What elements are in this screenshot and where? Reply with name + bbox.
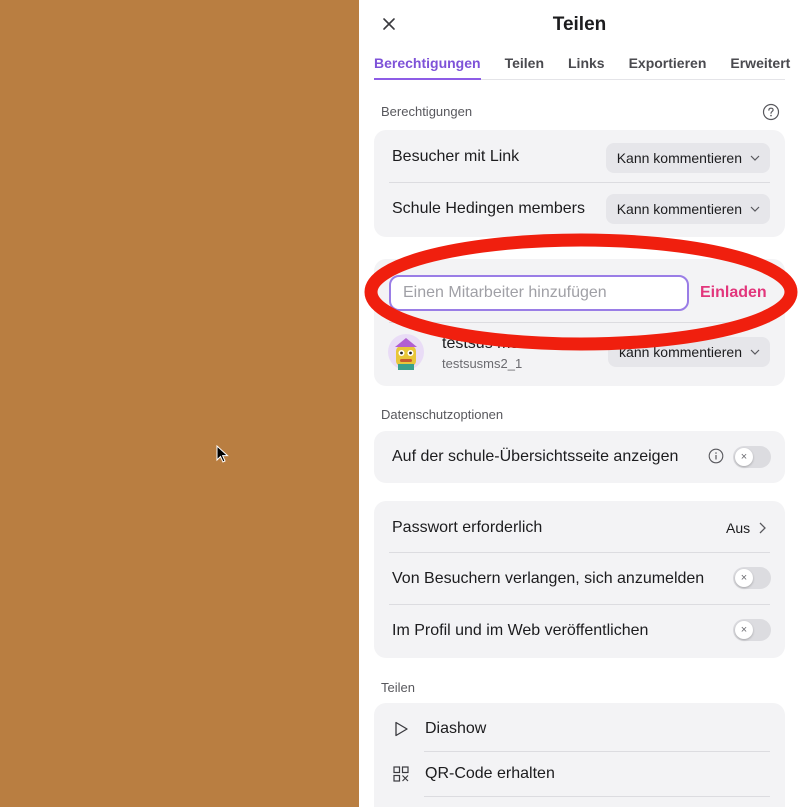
- members-label: Schule Hedingen members: [392, 200, 585, 217]
- divider: [389, 322, 770, 323]
- signin-label: Von Besuchern verlangen, sich anzumelden: [392, 570, 705, 587]
- visitor-link-label: Besucher mit Link: [392, 148, 520, 165]
- visitor-link-permission-value: Kann kommentieren: [616, 150, 742, 166]
- qr-code-item[interactable]: QR-Code erhalten: [392, 764, 770, 784]
- help-icon[interactable]: [762, 103, 780, 121]
- privacy-section-label: Datenschutzoptionen: [381, 407, 504, 422]
- qr-code-icon: [393, 766, 409, 782]
- permissions-card: Besucher mit Link Kann kommentieren Schu…: [374, 130, 785, 237]
- invite-collaborator-input[interactable]: [389, 275, 689, 311]
- share-card: Diashow QR-Code erhalten: [374, 703, 785, 807]
- member-permission-dropdown[interactable]: kann kommentieren: [608, 337, 770, 367]
- overview-toggle[interactable]: ×: [733, 446, 771, 468]
- tab-exportieren[interactable]: Exportieren: [629, 50, 707, 80]
- toggle-off-icon: ×: [735, 448, 753, 466]
- red-annotation-ellipse: [364, 233, 798, 351]
- play-icon: [395, 721, 408, 737]
- chevron-right-icon: [759, 522, 767, 534]
- board-canvas[interactable]: [0, 0, 359, 807]
- tab-teilen[interactable]: Teilen: [505, 50, 544, 80]
- publish-row: Im Profil und im Web veröffentlichen: [392, 621, 770, 641]
- chevron-down-icon: [750, 155, 760, 161]
- publish-toggle[interactable]: ×: [733, 619, 771, 641]
- members-permission-value: Kann kommentieren: [616, 201, 742, 217]
- info-icon[interactable]: [708, 448, 724, 464]
- password-row: Passwort erforderlich: [392, 518, 770, 538]
- password-label: Passwort erforderlich: [392, 519, 543, 536]
- password-value: Aus: [726, 520, 751, 536]
- password-setting[interactable]: Aus: [726, 520, 767, 536]
- tab-bar: Berechtigungen Teilen Links Exportieren …: [374, 50, 790, 80]
- member-avatar: [388, 334, 424, 370]
- permissions-section-label: Berechtigungen: [381, 104, 473, 119]
- share-panel: Teilen Berechtigungen Teilen Links Expor…: [359, 0, 800, 807]
- member-username: testsusms2_1: [442, 356, 523, 371]
- slideshow-label: Diashow: [425, 720, 487, 737]
- slideshow-item[interactable]: Diashow: [392, 719, 770, 739]
- invite-button[interactable]: Einladen: [700, 284, 767, 302]
- divider: [424, 751, 770, 752]
- toggle-off-icon: ×: [735, 621, 753, 639]
- tab-links[interactable]: Links: [568, 50, 605, 80]
- tab-berechtigungen[interactable]: Berechtigungen: [374, 50, 481, 80]
- divider: [389, 182, 770, 183]
- qr-code-label: QR-Code erhalten: [425, 765, 555, 782]
- signin-toggle[interactable]: ×: [733, 567, 771, 589]
- privacy-card: Auf der schule-Übersichtsseite anzeigen …: [374, 431, 785, 483]
- panel-header: Teilen: [359, 0, 800, 50]
- divider: [424, 796, 770, 797]
- member-permission-value: kann kommentieren: [619, 344, 742, 360]
- chevron-down-icon: [750, 206, 760, 212]
- members-permission-dropdown[interactable]: Kann kommentieren: [605, 194, 770, 224]
- divider: [389, 604, 770, 605]
- visitor-link-permission-dropdown[interactable]: Kann kommentieren: [605, 143, 770, 173]
- share-section-label: Teilen: [381, 680, 415, 695]
- toggle-off-icon: ×: [735, 569, 753, 587]
- publish-label: Im Profil und im Web veröffentlichen: [392, 622, 649, 639]
- mouse-cursor-icon: [216, 445, 229, 463]
- overview-label: Auf der schule-Übersichtsseite anzeigen: [392, 448, 679, 465]
- tab-erweitert[interactable]: Erweitert: [730, 50, 790, 80]
- chevron-down-icon: [750, 349, 760, 355]
- panel-title: Teilen: [552, 14, 607, 35]
- divider: [389, 552, 770, 553]
- member-name: testsus ms2: [442, 335, 528, 352]
- signin-row: Von Besuchern verlangen, sich anzumelden: [392, 569, 770, 589]
- security-card: Passwort erforderlich Aus Von Besuchern …: [374, 501, 785, 658]
